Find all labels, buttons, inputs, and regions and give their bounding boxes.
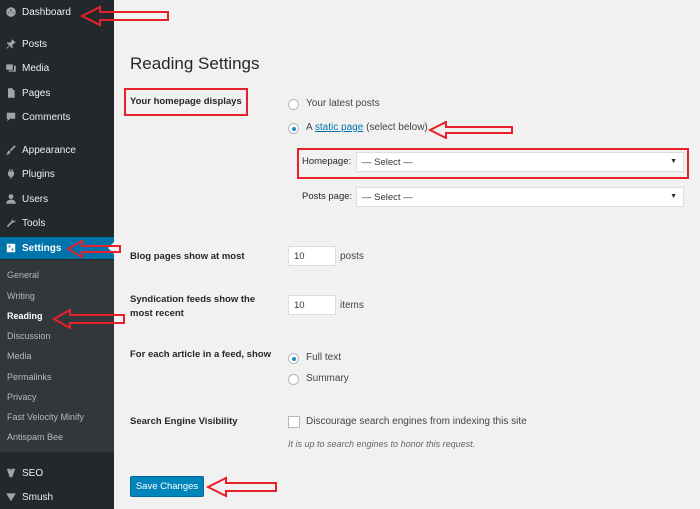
posts-page-select-label: Posts page: bbox=[302, 191, 353, 202]
menu-label: Appearance bbox=[22, 144, 76, 156]
submenu-reading[interactable]: Reading bbox=[7, 311, 43, 321]
menu-label: Dashboard bbox=[22, 6, 71, 18]
submenu-discussion[interactable]: Discussion bbox=[7, 331, 51, 341]
blog-pages-input[interactable]: 10 bbox=[288, 246, 336, 266]
menu-media[interactable]: Media bbox=[0, 57, 114, 79]
settings-icon bbox=[0, 242, 22, 254]
brush-icon bbox=[0, 144, 22, 156]
menu-label: Smush bbox=[22, 491, 54, 503]
option-summary: Summary bbox=[306, 373, 349, 384]
radio-summary[interactable] bbox=[288, 374, 299, 385]
search-visibility-label: Search Engine Visibility bbox=[130, 416, 238, 427]
submenu-media[interactable]: Media bbox=[7, 351, 32, 361]
discourage-search-label: Discourage search engines from indexing … bbox=[306, 416, 527, 427]
blog-pages-unit: posts bbox=[340, 251, 364, 262]
pages-icon bbox=[0, 87, 22, 99]
menu-label: Settings bbox=[22, 242, 62, 254]
annotation-box-homepage-displays bbox=[124, 88, 248, 116]
static-suffix: (select below) bbox=[366, 122, 428, 133]
user-icon bbox=[0, 193, 22, 205]
menu-label: Posts bbox=[22, 38, 48, 50]
plug-icon bbox=[0, 168, 22, 180]
chevron-down-icon: ▼ bbox=[670, 193, 677, 200]
menu-plugins[interactable]: Plugins bbox=[0, 163, 114, 185]
static-prefix: A bbox=[306, 122, 313, 133]
radio-latest-posts[interactable] bbox=[288, 99, 299, 110]
discourage-search-checkbox[interactable] bbox=[288, 416, 300, 428]
page-title: Reading Settings bbox=[130, 54, 260, 73]
blog-pages-label: Blog pages show at most bbox=[130, 251, 245, 262]
menu-seo[interactable]: SEO bbox=[0, 462, 114, 484]
menu-label: Comments bbox=[22, 111, 71, 123]
feed-article-label: For each article in a feed, show bbox=[130, 349, 271, 360]
submenu-permalinks[interactable]: Permalinks bbox=[7, 372, 52, 382]
option-latest-posts: Your latest posts bbox=[306, 98, 380, 109]
menu-label: SEO bbox=[22, 467, 44, 479]
annotation-arrow-static-page bbox=[428, 121, 513, 139]
syndication-label: Syndication feeds show the most recent bbox=[130, 293, 255, 321]
submenu-fast-velocity-minify[interactable]: Fast Velocity Minify bbox=[7, 412, 84, 422]
pin-icon bbox=[0, 38, 22, 50]
radio-static-page[interactable] bbox=[288, 123, 299, 134]
option-static-page: A static page (select below) bbox=[306, 122, 428, 133]
settings-submenu: General Writing Reading Discussion Media… bbox=[0, 260, 114, 452]
annotation-arrow-reading bbox=[52, 309, 125, 329]
menu-label: Plugins bbox=[22, 168, 55, 180]
wrench-icon bbox=[0, 217, 22, 229]
submenu-antispam-bee[interactable]: Antispam Bee bbox=[7, 432, 63, 442]
syndication-label-line1: Syndication feeds show the bbox=[130, 294, 256, 305]
save-changes-button[interactable]: Save Changes bbox=[130, 476, 204, 497]
annotation-arrow-settings bbox=[66, 240, 121, 258]
menu-pages[interactable]: Pages bbox=[0, 82, 114, 104]
media-icon bbox=[0, 62, 22, 74]
dashboard-icon bbox=[0, 6, 22, 18]
menu-tools[interactable]: Tools bbox=[0, 212, 114, 234]
seo-icon bbox=[0, 467, 22, 479]
menu-label: Tools bbox=[22, 217, 46, 229]
option-full-text: Full text bbox=[306, 352, 342, 363]
radio-full-text[interactable] bbox=[288, 353, 299, 364]
menu-smush[interactable]: Smush bbox=[0, 486, 114, 508]
posts-page-select[interactable]: — Select — ▼ bbox=[356, 187, 684, 207]
menu-appearance[interactable]: Appearance bbox=[0, 139, 114, 161]
search-visibility-description: It is up to search engines to honor this… bbox=[288, 439, 476, 449]
smush-icon bbox=[0, 491, 22, 503]
annotation-arrow-dashboard bbox=[80, 5, 169, 27]
menu-label: Users bbox=[22, 193, 49, 205]
submenu-writing[interactable]: Writing bbox=[7, 291, 35, 301]
syndication-input[interactable]: 10 bbox=[288, 295, 336, 315]
menu-label: Media bbox=[22, 62, 50, 74]
annotation-box-homepage-select bbox=[297, 148, 689, 179]
posts-page-select-value: — Select — bbox=[362, 191, 413, 203]
syndication-label-line2: most recent bbox=[130, 308, 184, 319]
main-content: Reading Settings Your homepage displays … bbox=[114, 0, 700, 509]
menu-users[interactable]: Users bbox=[0, 188, 114, 210]
syndication-unit: items bbox=[340, 300, 364, 311]
submenu-privacy[interactable]: Privacy bbox=[7, 392, 37, 402]
comment-icon bbox=[0, 111, 22, 123]
annotation-arrow-save bbox=[206, 476, 277, 498]
submenu-general[interactable]: General bbox=[7, 270, 39, 280]
menu-posts[interactable]: Posts bbox=[0, 33, 114, 55]
menu-comments[interactable]: Comments bbox=[0, 106, 114, 128]
menu-label: Pages bbox=[22, 87, 51, 99]
static-page-link[interactable]: static page bbox=[315, 122, 363, 133]
